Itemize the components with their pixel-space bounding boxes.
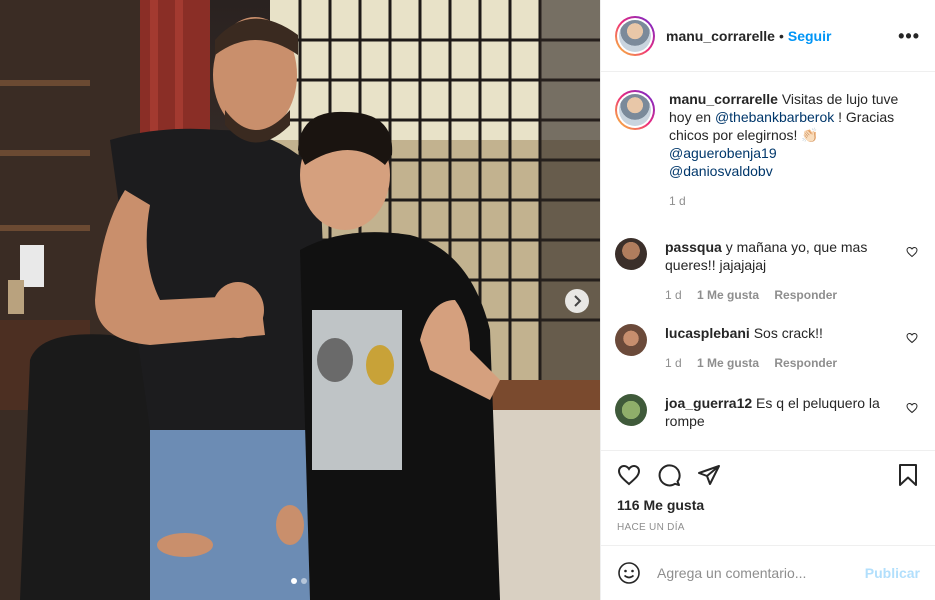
action-icons bbox=[617, 463, 721, 487]
author-username[interactable]: manu_corrarelle bbox=[666, 28, 775, 44]
publish-button[interactable]: Publicar bbox=[865, 565, 920, 581]
comment-body: joa_guerra12 Es q el peluquero la rompe bbox=[665, 394, 885, 430]
comment-item: lucasplebani Sos crack!! 1 d 1 Me gusta … bbox=[615, 324, 920, 372]
caption-avatar[interactable] bbox=[615, 90, 655, 130]
carousel-dot bbox=[301, 578, 307, 584]
follow-button[interactable]: Seguir bbox=[788, 28, 832, 44]
post-side-panel: manu_corrarelle • Seguir ••• manu_corrar… bbox=[600, 0, 935, 600]
author-avatar-image bbox=[619, 19, 651, 52]
next-arrow-icon bbox=[574, 295, 582, 307]
small-heart-icon[interactable] bbox=[906, 246, 918, 258]
more-options-icon[interactable]: ••• bbox=[898, 26, 920, 47]
comment-item: joa_guerra12 Es q el peluquero la rompe bbox=[615, 394, 920, 430]
reply-button[interactable]: Responder bbox=[774, 356, 837, 370]
post-caption: manu_corrarelle Visitas de lujo tuve hoy… bbox=[615, 90, 920, 210]
post-photo[interactable] bbox=[0, 0, 600, 600]
comment-icon[interactable] bbox=[657, 463, 681, 487]
comment-likes[interactable]: 1 Me gusta bbox=[697, 288, 759, 302]
emoji-icon[interactable] bbox=[617, 561, 641, 585]
author-avatar[interactable] bbox=[615, 15, 655, 56]
comment-likes[interactable]: 1 Me gusta bbox=[697, 356, 759, 370]
reply-button[interactable]: Responder bbox=[774, 288, 837, 302]
share-icon[interactable] bbox=[697, 463, 721, 487]
comment-avatar[interactable] bbox=[615, 238, 647, 270]
comment-body: passqua y mañana yo, que mas queres!! ja… bbox=[665, 238, 885, 304]
comment-username[interactable]: passqua bbox=[665, 239, 722, 255]
carousel-dot-active bbox=[291, 578, 297, 584]
post-time-ago[interactable]: HACE UN DÍA bbox=[617, 522, 685, 533]
likes-count[interactable]: 116 Me gusta bbox=[617, 497, 704, 513]
caption-text: manu_corrarelle Visitas de lujo tuve hoy… bbox=[669, 90, 899, 180]
caption-mention-daniosvaldobv[interactable]: @daniosvaldobv bbox=[669, 163, 773, 179]
caption-username[interactable]: manu_corrarelle bbox=[669, 91, 778, 107]
add-comment-bar: Agrega un comentario... Publicar bbox=[601, 545, 935, 600]
comment-avatar[interactable] bbox=[615, 394, 647, 426]
like-heart-icon[interactable] bbox=[617, 463, 641, 487]
post-header: manu_corrarelle • Seguir ••• bbox=[601, 0, 935, 72]
caption-time[interactable]: 1 d bbox=[669, 194, 686, 208]
comment-body: lucasplebani Sos crack!! 1 d 1 Me gusta … bbox=[665, 324, 885, 372]
next-photo-button[interactable] bbox=[565, 289, 589, 313]
comment-text: Sos crack!! bbox=[749, 325, 823, 341]
comment-meta: 1 d 1 Me gusta Responder bbox=[665, 286, 885, 304]
comment-time[interactable]: 1 d bbox=[665, 288, 682, 302]
comments-section: manu_corrarelle Visitas de lujo tuve hoy… bbox=[601, 72, 935, 450]
post-actions: 116 Me gusta HACE UN DÍA bbox=[601, 450, 935, 545]
comment-input[interactable]: Agrega un comentario... bbox=[657, 565, 865, 581]
caption-body: manu_corrarelle Visitas de lujo tuve hoy… bbox=[669, 90, 899, 210]
comment-time[interactable]: 1 d bbox=[665, 356, 682, 370]
caption-avatar-image bbox=[619, 94, 651, 126]
comment-username[interactable]: joa_guerra12 bbox=[665, 395, 752, 411]
caption-mention-thebankbarberok[interactable]: @thebankbarberok bbox=[715, 109, 834, 125]
header-separator: • bbox=[778, 27, 784, 44]
small-heart-icon[interactable] bbox=[906, 332, 918, 344]
comment-avatar[interactable] bbox=[615, 324, 647, 356]
instagram-post: manu_corrarelle • Seguir ••• manu_corrar… bbox=[0, 0, 935, 600]
small-heart-icon[interactable] bbox=[906, 402, 918, 414]
photo-scene bbox=[0, 0, 600, 600]
bookmark-icon[interactable] bbox=[896, 463, 920, 487]
comment-meta: 1 d 1 Me gusta Responder bbox=[665, 354, 885, 372]
comment-item: passqua y mañana yo, que mas queres!! ja… bbox=[615, 238, 920, 304]
caption-mention-aguerobenja19[interactable]: @aguerobenja19 bbox=[669, 145, 777, 161]
comment-username[interactable]: lucasplebani bbox=[665, 325, 750, 341]
caption-meta: 1 d bbox=[669, 192, 899, 210]
carousel-indicator bbox=[291, 578, 307, 584]
